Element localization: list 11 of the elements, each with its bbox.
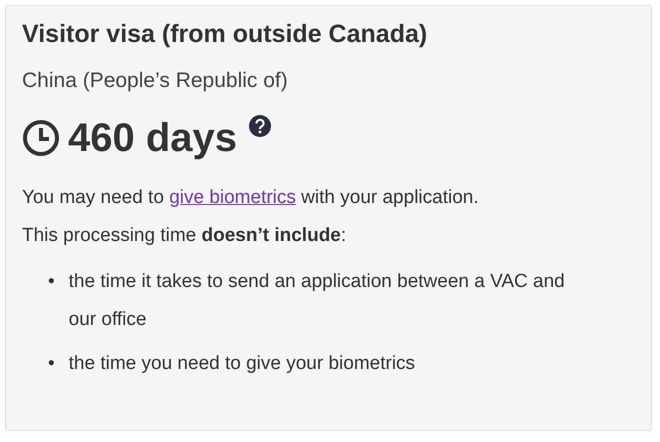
biometrics-link[interactable]: give biometrics <box>169 187 296 208</box>
bullet-mark: • <box>48 270 55 294</box>
exclusions-intro: This processing time doesn’t include: <box>22 224 348 248</box>
card-title: Visitor visa (from outside Canada) <box>22 20 428 49</box>
bullet-mark: • <box>48 352 55 376</box>
biometrics-note: You may need to give biometrics with your application. <box>22 186 480 210</box>
help-icon[interactable] <box>249 115 272 137</box>
clock-icon <box>22 119 60 157</box>
exclusion-item: the time you need to give your biometrics <box>68 352 416 376</box>
processing-time: 460 days <box>68 115 238 162</box>
country-name: China (People’s Republic of) <box>22 69 289 93</box>
